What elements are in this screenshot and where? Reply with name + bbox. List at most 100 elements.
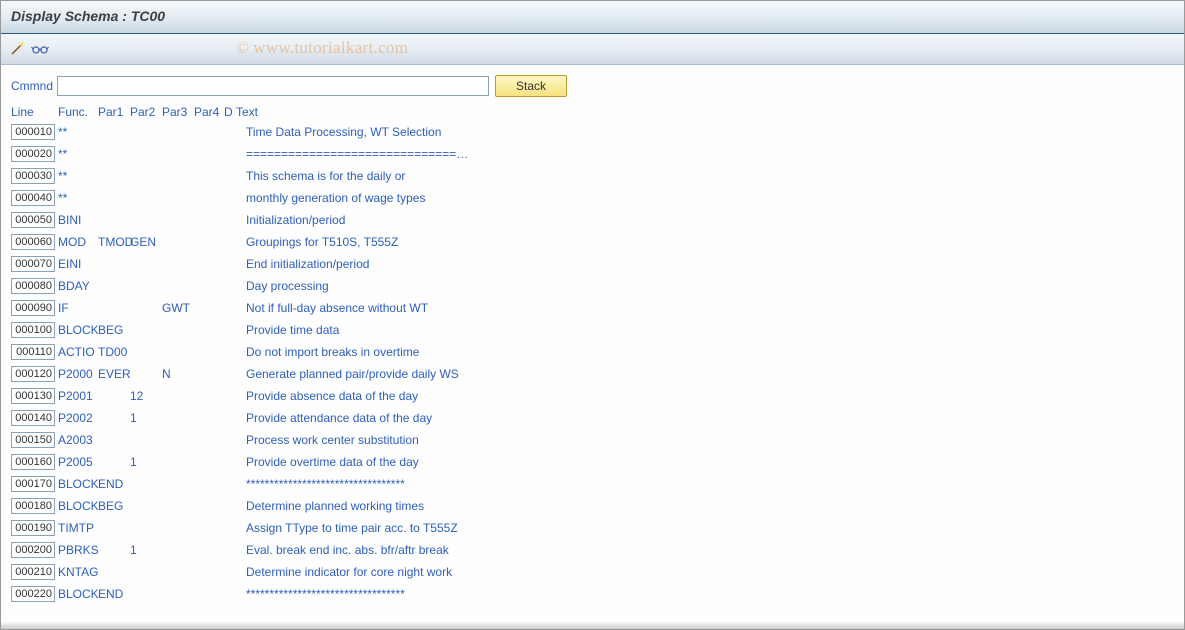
line-input[interactable] xyxy=(11,498,55,514)
table-row: EINIEnd initialization/period xyxy=(11,253,1174,275)
wand-icon[interactable] xyxy=(9,41,25,57)
rows-container: ** Time Data Processing, WT Selection ** ==… xyxy=(11,121,1174,605)
cell-func: P2005 xyxy=(58,455,98,469)
col-par1: Par1 xyxy=(98,105,130,119)
table-row: ** Time Data Processing, WT Selection xyxy=(11,121,1174,143)
line-input[interactable] xyxy=(11,212,55,228)
col-line: Line xyxy=(11,105,58,119)
table-row: PBRKS 1 Eval. break end inc. abs. bfr/aftr… xyxy=(11,539,1174,561)
line-input[interactable] xyxy=(11,256,55,272)
table-row: P2000EVER N Generate planned pair/provide … xyxy=(11,363,1174,385)
line-input[interactable] xyxy=(11,300,55,316)
cell-func: BINI xyxy=(58,213,98,227)
title-bar: Display Schema : TC00 xyxy=(1,1,1184,34)
col-par2: Par2 xyxy=(130,105,162,119)
cell-text: Time Data Processing, WT Selection xyxy=(236,125,1174,139)
col-func: Func. xyxy=(58,105,98,119)
col-text: Text xyxy=(236,105,1174,119)
cell-func: KNTAG xyxy=(58,565,98,579)
cell-func: P2002 xyxy=(58,411,98,425)
app-window: Display Schema : TC00 ©www.tutorialkart.… xyxy=(0,0,1185,630)
cell-text: Provide time data xyxy=(236,323,1174,337)
line-input[interactable] xyxy=(11,234,55,250)
line-input[interactable] xyxy=(11,542,55,558)
cell-text: monthly generation of wage types xyxy=(236,191,1174,205)
cell-func: MOD xyxy=(58,235,98,249)
table-row: ** ==============================… xyxy=(11,143,1174,165)
cell-text: Provide overtime data of the day xyxy=(236,455,1174,469)
table-row: IF GWT Not if full-day absence without WT xyxy=(11,297,1174,319)
column-headers: Line Func. Par1 Par2 Par3 Par4 D Text xyxy=(11,105,1174,119)
cell-func: P2001 xyxy=(58,389,98,403)
cell-text: Not if full-day absence without WT xyxy=(236,301,1174,315)
cell-func: ** xyxy=(58,147,98,161)
cell-text: ********************************** xyxy=(236,477,1174,491)
cell-func: IF xyxy=(58,301,98,315)
table-row: ** This schema is for the daily or xyxy=(11,165,1174,187)
cell-text: Assign TType to time pair acc. to T555Z xyxy=(236,521,1174,535)
cell-text: This schema is for the daily or xyxy=(236,169,1174,183)
cell-func: P2000 xyxy=(58,367,98,381)
bottom-shadow xyxy=(1,621,1184,629)
line-input[interactable] xyxy=(11,564,55,580)
line-input[interactable] xyxy=(11,476,55,492)
cell-par2: 1 xyxy=(130,543,162,557)
cell-func: ** xyxy=(58,125,98,139)
cell-par1: EVER xyxy=(98,367,130,381)
table-row: BDAYDay processing xyxy=(11,275,1174,297)
cell-par3: N xyxy=(162,367,194,381)
line-input[interactable] xyxy=(11,146,55,162)
cell-par2: 1 xyxy=(130,455,162,469)
line-input[interactable] xyxy=(11,168,55,184)
command-input[interactable] xyxy=(57,76,489,96)
cell-text: Do not import breaks in overtime xyxy=(236,345,1174,359)
cell-text: Eval. break end inc. abs. bfr/aftr break xyxy=(236,543,1174,557)
cell-text: Provide attendance data of the day xyxy=(236,411,1174,425)
cell-text: Generate planned pair/provide daily WS xyxy=(236,367,1174,381)
line-input[interactable] xyxy=(11,124,55,140)
cell-par1: END xyxy=(98,477,130,491)
line-input[interactable] xyxy=(11,432,55,448)
line-input[interactable] xyxy=(11,454,55,470)
line-input[interactable] xyxy=(11,322,55,338)
table-row: TIMTPAssign TType to time pair acc. to T… xyxy=(11,517,1174,539)
col-d: D xyxy=(224,105,236,119)
cell-text: ==============================… xyxy=(236,147,1174,161)
cell-func: PBRKS xyxy=(58,543,98,557)
cell-text: ********************************** xyxy=(236,587,1174,601)
cell-func: ** xyxy=(58,169,98,183)
line-input[interactable] xyxy=(11,366,55,382)
cell-func: ** xyxy=(58,191,98,205)
table-row: BLOCKBEGDetermine planned working times xyxy=(11,495,1174,517)
command-label: Cmmnd xyxy=(11,79,51,93)
cell-func: BLOCK xyxy=(58,587,98,601)
table-row: ACTIOTD00Do not import breaks in overtim… xyxy=(11,341,1174,363)
line-input[interactable] xyxy=(11,520,55,536)
tool-bar: ©www.tutorialkart.com xyxy=(1,34,1184,65)
glasses-icon[interactable] xyxy=(31,42,49,56)
cell-text: End initialization/period xyxy=(236,257,1174,271)
cell-func: BLOCK xyxy=(58,477,98,491)
page-title: Display Schema : TC00 xyxy=(11,8,165,24)
stack-button[interactable]: Stack xyxy=(495,75,567,97)
line-input[interactable] xyxy=(11,410,55,426)
table-row: P2005 1 Provide overtime data of the day xyxy=(11,451,1174,473)
table-row: BLOCKEND ********************************… xyxy=(11,583,1174,605)
command-row: Cmmnd Stack xyxy=(11,75,1174,97)
cell-par3: GWT xyxy=(162,301,194,315)
cell-text: Provide absence data of the day xyxy=(236,389,1174,403)
watermark: ©www.tutorialkart.com xyxy=(236,38,408,58)
table-row: MODTMODGENGroupings for T510S, T555Z xyxy=(11,231,1174,253)
line-input[interactable] xyxy=(11,388,55,404)
cell-par1: TD00 xyxy=(98,345,130,359)
line-input[interactable] xyxy=(11,278,55,294)
cell-par1: END xyxy=(98,587,130,601)
cell-text: Groupings for T510S, T555Z xyxy=(236,235,1174,249)
cell-text: Determine planned working times xyxy=(236,499,1174,513)
line-input[interactable] xyxy=(11,344,55,360)
line-input[interactable] xyxy=(11,586,55,602)
cell-par2: 12 xyxy=(130,389,162,403)
line-input[interactable] xyxy=(11,190,55,206)
cell-func: A2003 xyxy=(58,433,98,447)
table-row: BINIInitialization/period xyxy=(11,209,1174,231)
